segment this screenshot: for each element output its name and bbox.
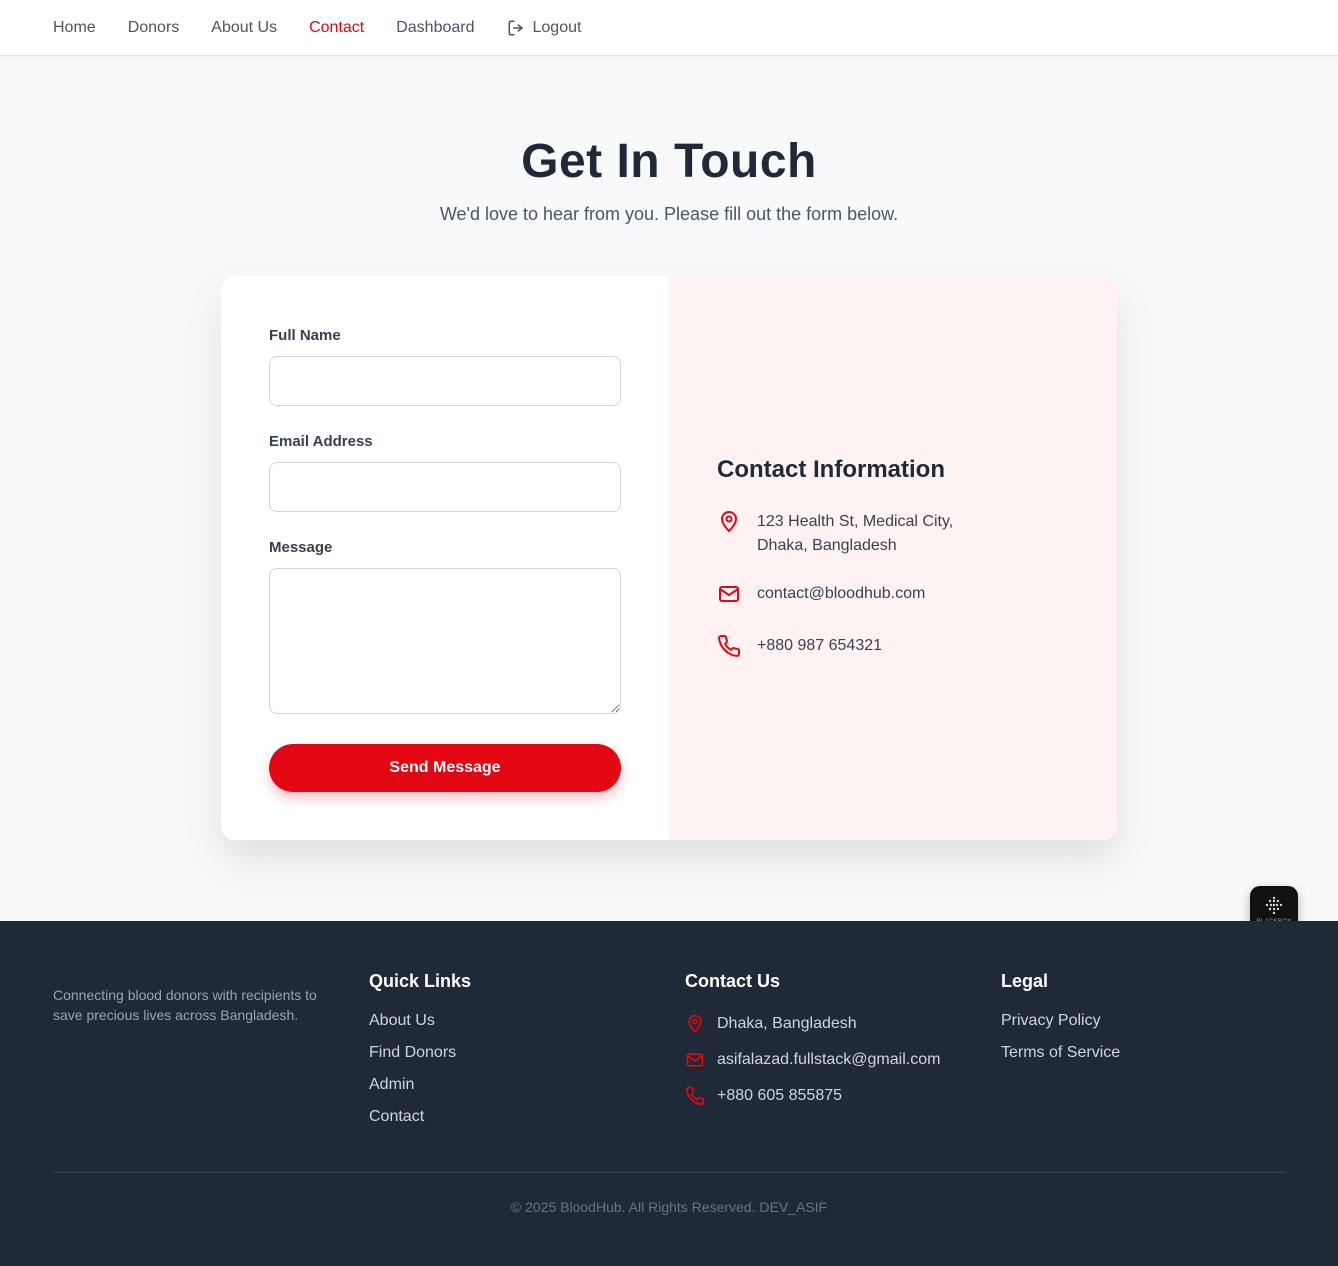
quick-links-heading: Quick Links bbox=[369, 971, 472, 991]
footer-email-text[interactable]: asifalazad.fullstack@gmail.com bbox=[717, 1051, 940, 1069]
mail-icon bbox=[719, 586, 739, 602]
full-name-input[interactable] bbox=[269, 356, 621, 406]
top-nav: Home Donors About Us Contact Dashboard L… bbox=[0, 0, 1338, 56]
nav-link-contact[interactable]: Contact bbox=[309, 19, 364, 37]
contact-info-panel: Contact Information 123 Health St, Medic… bbox=[669, 276, 1117, 840]
contact-info-phone: +880 987 654321 bbox=[717, 634, 977, 658]
email-label: Email Address bbox=[269, 433, 373, 450]
legal-heading: Legal bbox=[1001, 971, 1049, 991]
contact-info-title: Contact Information bbox=[717, 456, 945, 483]
phone-icon bbox=[685, 1086, 705, 1106]
footer-location-text: Dhaka, Bangladesh bbox=[717, 1015, 857, 1032]
dot-grid-icon bbox=[1265, 896, 1283, 915]
email-text: contact@bloodhub.com bbox=[757, 585, 926, 602]
footer-email: asifalazad.fullstack@gmail.com bbox=[685, 1042, 940, 1078]
map-pin-icon bbox=[721, 511, 737, 532]
footer-link-about-us[interactable]: About Us bbox=[369, 1012, 471, 1044]
phone-text: +880 987 654321 bbox=[757, 637, 883, 654]
footer-contact: Contact Us Dhaka, Bangladesh asifalazad.… bbox=[685, 971, 940, 1114]
page-subtitle: We'd love to hear from you. Please fill … bbox=[439, 204, 899, 224]
mail-icon bbox=[686, 1053, 704, 1067]
footer-legal: Legal Privacy Policy Terms of Service bbox=[1001, 971, 1120, 1076]
footer-link-admin[interactable]: Admin bbox=[369, 1076, 471, 1108]
logout-button[interactable]: Logout bbox=[507, 18, 582, 37]
footer-link-contact[interactable]: Contact bbox=[369, 1108, 471, 1140]
footer-description: Connecting blood donors with recipients … bbox=[53, 987, 317, 1023]
footer-link-terms-of-service[interactable]: Terms of Service bbox=[1001, 1044, 1120, 1076]
contact-card: Full Name Email Address Message Send Mes… bbox=[221, 276, 1117, 840]
message-textarea[interactable] bbox=[269, 568, 621, 714]
phone-icon bbox=[718, 634, 741, 657]
footer-divider bbox=[53, 1172, 1285, 1173]
contact-us-heading: Contact Us bbox=[685, 971, 781, 991]
footer-link-find-donors[interactable]: Find Donors bbox=[369, 1044, 471, 1076]
footer-location: Dhaka, Bangladesh bbox=[685, 1006, 940, 1042]
footer-phone: +880 605 855875 bbox=[685, 1078, 940, 1114]
email-input[interactable] bbox=[269, 462, 621, 512]
send-message-button[interactable]: Send Message bbox=[269, 744, 621, 792]
nav-link-about-us[interactable]: About Us bbox=[211, 19, 277, 37]
logout-icon bbox=[508, 20, 523, 35]
map-pin-icon bbox=[688, 1014, 702, 1033]
footer-copyright: © 2025 BloodHub. All Rights Reserved. DE… bbox=[510, 1199, 828, 1215]
contact-info-address: 123 Health St, Medical City, Dhaka, Bang… bbox=[717, 510, 977, 558]
full-name-label: Full Name bbox=[269, 327, 341, 344]
footer: Connecting blood donors with recipients … bbox=[0, 921, 1338, 1266]
address-text: 123 Health St, Medical City, Dhaka, Bang… bbox=[757, 513, 954, 554]
footer-phone-text: +880 605 855875 bbox=[717, 1087, 843, 1104]
footer-quick-links: Quick Links About Us Find Donors Admin C… bbox=[369, 971, 471, 1140]
contact-form: Full Name Email Address Message Send Mes… bbox=[221, 276, 669, 840]
nav-link-dashboard[interactable]: Dashboard bbox=[396, 19, 474, 37]
logout-label: Logout bbox=[532, 18, 582, 36]
nav-link-home[interactable]: Home bbox=[53, 19, 96, 37]
footer-link-privacy-policy[interactable]: Privacy Policy bbox=[1001, 1012, 1120, 1044]
message-label: Message bbox=[269, 539, 333, 556]
nav-link-donors[interactable]: Donors bbox=[128, 19, 180, 37]
page-title: Get In Touch bbox=[521, 135, 817, 188]
contact-info-email: contact@bloodhub.com bbox=[717, 582, 977, 606]
